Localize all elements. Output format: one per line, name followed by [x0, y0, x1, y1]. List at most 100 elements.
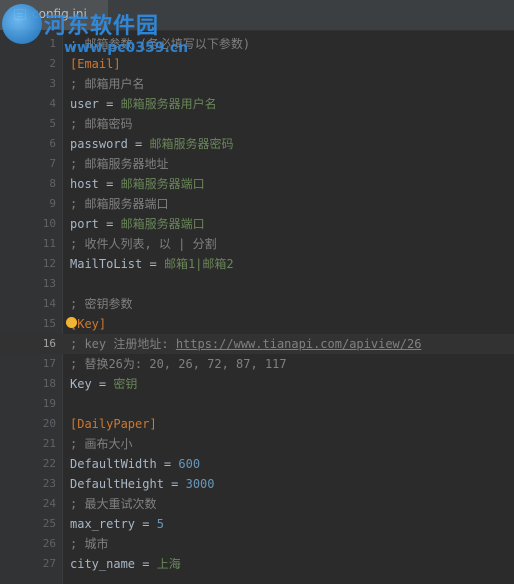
code-token-val: 上海 [156, 557, 181, 571]
code-token-val: 密钥 [113, 377, 138, 391]
code-line[interactable]: 26 ; 城市 [0, 534, 514, 554]
code-token-eq: = [135, 557, 157, 571]
code-text: ; 画布大小 [70, 434, 132, 454]
code-line[interactable]: 6 password = 邮箱服务器密码 [0, 134, 514, 154]
code-line[interactable]: 20 [DailyPaper] [0, 414, 514, 434]
line-number: 4 [49, 97, 56, 110]
code-line[interactable]: 21 ; 画布大小 [0, 434, 514, 454]
code-line[interactable]: 10 port = 邮箱服务器端口 [0, 214, 514, 234]
code-text: ; 替换26为: 20, 26, 72, 87, 117 [70, 354, 287, 374]
code-text: host = 邮箱服务器端口 [70, 174, 205, 194]
url-link[interactable]: https://www.tianapi.com/apiview/26 [176, 337, 422, 351]
code-token-key: host [70, 177, 99, 191]
code-line[interactable]: 25 max_retry = 5 [0, 514, 514, 534]
code-text: Key = 密钥 [70, 374, 137, 394]
line-number: 3 [49, 77, 56, 90]
code-text: city_name = 上海 [70, 554, 181, 574]
code-token-section: [Email] [70, 57, 121, 71]
code-token-val: 邮箱1|邮箱2 [163, 257, 234, 271]
code-token-comment: ; 邮箱参数 (务必填写以下参数) [70, 37, 251, 51]
code-token-key: DefaultWidth [70, 457, 157, 471]
code-text: port = 邮箱服务器端口 [70, 214, 205, 234]
line-number: 16 [42, 337, 56, 350]
code-line[interactable]: 23 DefaultHeight = 3000 [0, 474, 514, 494]
code-line[interactable]: 11 ; 收件人列表, 以 | 分割 [0, 234, 514, 254]
code-token-comment: ; 收件人列表, 以 | 分割 [70, 237, 217, 251]
line-number: 18 [42, 377, 56, 390]
line-number: 14 [42, 297, 56, 310]
code-token-val: 邮箱服务器密码 [149, 137, 234, 151]
code-token-comment: ; 邮箱密码 [70, 117, 133, 131]
code-text: [DailyPaper] [70, 414, 157, 434]
code-token-key: port [70, 217, 99, 231]
code-text: ; 收件人列表, 以 | 分割 [70, 234, 217, 254]
code-line[interactable]: 15 [Key] [0, 314, 514, 334]
code-line[interactable]: 17 ; 替换26为: 20, 26, 72, 87, 117 [0, 354, 514, 374]
code-token-eq: = [127, 137, 150, 151]
text-file-icon [14, 9, 26, 20]
code-text: [Email] [70, 54, 121, 74]
code-token-section: [DailyPaper] [70, 417, 157, 431]
line-number: 27 [42, 557, 56, 570]
code-token-val: 邮箱服务器端口 [120, 177, 205, 191]
code-text: ; 城市 [70, 534, 108, 554]
code-text: DefaultWidth = 600 [70, 454, 200, 474]
code-text: ; 邮箱参数 (务必填写以下参数) [70, 34, 250, 54]
code-text: ; key 注册地址: https://www.tianapi.com/apiv… [70, 334, 421, 354]
code-text: max_retry = 5 [70, 514, 164, 534]
tab-label: config.ini [32, 7, 87, 21]
line-number: 21 [42, 437, 56, 450]
line-number: 19 [42, 397, 56, 410]
code-line[interactable]: 13 [0, 274, 514, 294]
code-token-eq: = [163, 477, 186, 491]
code-line[interactable]: 9 ; 邮箱服务器端口 [0, 194, 514, 214]
line-number: 20 [42, 417, 56, 430]
line-number: 24 [42, 497, 56, 510]
line-number: 8 [49, 177, 56, 190]
lightbulb-icon[interactable] [66, 317, 77, 328]
code-token-key: password [70, 137, 128, 151]
code-line[interactable]: 3 ; 邮箱用户名 [0, 74, 514, 94]
line-number: 5 [49, 117, 56, 130]
code-text: DefaultHeight = 3000 [70, 474, 215, 494]
code-token-key: DefaultHeight [70, 477, 164, 491]
line-number: 23 [42, 477, 56, 490]
code-line[interactable]: 1 ; 邮箱参数 (务必填写以下参数) [0, 34, 514, 54]
code-line[interactable]: 14 ; 密钥参数 [0, 294, 514, 314]
code-text: MailToList = 邮箱1|邮箱2 [70, 254, 234, 274]
code-line[interactable]: 12 MailToList = 邮箱1|邮箱2 [0, 254, 514, 274]
code-token-comment: ; 邮箱服务器端口 [70, 197, 169, 211]
code-token-eq: = [142, 257, 164, 271]
code-token-comment: ; 替换26为: 20, 26, 72, 87, 117 [70, 357, 287, 371]
code-line[interactable]: 24 ; 最大重试次数 [0, 494, 514, 514]
code-line[interactable]: 16 ; key 注册地址: https://www.tianapi.com/ap… [0, 334, 514, 354]
code-line[interactable]: 27 city_name = 上海 [0, 554, 514, 574]
code-token-comment: ; 邮箱用户名 [70, 77, 145, 91]
code-token-comment: ; 最大重试次数 [70, 497, 157, 511]
code-line[interactable]: 19 [0, 394, 514, 414]
line-number: 25 [42, 517, 56, 530]
code-token-num: 5 [156, 517, 164, 531]
code-line[interactable]: 8 host = 邮箱服务器端口 [0, 174, 514, 194]
code-text: ; 最大重试次数 [70, 494, 156, 514]
code-token-key: user [70, 97, 99, 111]
code-line[interactable]: 4 user = 邮箱服务器用户名 [0, 94, 514, 114]
line-number: 2 [49, 57, 56, 70]
code-token-num: 600 [178, 457, 201, 471]
editor-tab-bar: config.ini [0, 0, 514, 31]
code-line[interactable]: 2 [Email] [0, 54, 514, 74]
tab-config-ini[interactable]: config.ini [0, 0, 108, 30]
code-token-key: MailToList [70, 257, 143, 271]
line-number: 13 [42, 277, 56, 290]
code-line[interactable]: 22 DefaultWidth = 600 [0, 454, 514, 474]
code-line[interactable]: 18 Key = 密钥 [0, 374, 514, 394]
code-token-comment: ; 城市 [70, 537, 109, 551]
code-line[interactable]: 7 ; 邮箱服务器地址 [0, 154, 514, 174]
code-token-eq: = [98, 97, 121, 111]
code-line[interactable]: 5 ; 邮箱密码 [0, 114, 514, 134]
line-number: 7 [49, 157, 56, 170]
line-number: 26 [42, 537, 56, 550]
line-number: 12 [42, 257, 56, 270]
code-token-key: max_retry [70, 517, 136, 531]
code-token-comment: ; key 注册地址: [70, 337, 176, 351]
